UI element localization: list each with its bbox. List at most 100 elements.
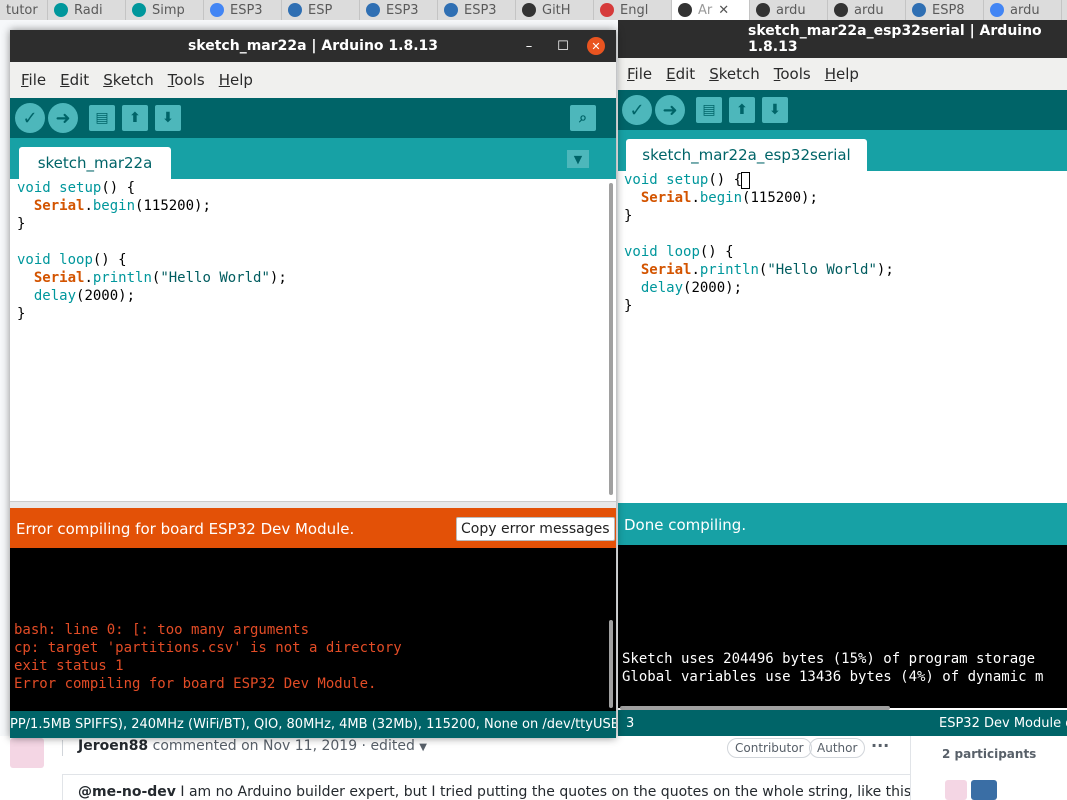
code-editor[interactable]: void setup() { Serial.begin(115200);} voi… (10, 179, 616, 501)
tab-sketch[interactable]: sketch_mar22a (19, 147, 171, 179)
upload-button[interactable]: ➜ (48, 103, 78, 133)
code-token: } (17, 306, 26, 322)
console-scrollbar[interactable] (609, 620, 613, 708)
menu-file[interactable]: File (620, 65, 659, 83)
browser-tab-label: ESP3 (230, 2, 263, 18)
more-options-icon[interactable]: ··· (871, 736, 889, 755)
menu-tools[interactable]: Tools (767, 65, 818, 83)
save-sketch-button[interactable]: ⬇ (155, 105, 181, 131)
browser-tab-label: Engl (620, 2, 649, 18)
code-token: loop (666, 244, 700, 260)
browser-tab[interactable]: ESP3 (204, 0, 282, 20)
code-editor[interactable]: void setup() { Serial.begin(115200);} voi… (618, 171, 1067, 503)
verify-button[interactable]: ✓ (15, 103, 45, 133)
status-message: Done compiling. (624, 516, 747, 534)
github-comment-area: Jeroen88 commented on Nov 11, 2019 · edi… (0, 736, 1067, 800)
browser-tab-label: ESP3 (386, 2, 419, 18)
console-line: cp: target 'partitions.csv' is not a dir… (14, 640, 402, 656)
favicon-icon (990, 3, 1004, 17)
console-output[interactable]: bash: line 0: [: too many arguments cp: t… (10, 548, 616, 711)
splitter[interactable] (10, 501, 616, 508)
new-sketch-button[interactable]: ▤ (696, 97, 722, 123)
participant-avatar[interactable] (971, 780, 997, 800)
avatar[interactable] (10, 738, 44, 768)
code-token: void (17, 180, 51, 196)
favicon-icon (834, 3, 848, 17)
code-token: (2000); (683, 280, 743, 296)
close-button[interactable]: ✕ (587, 37, 605, 55)
participant-avatar[interactable] (945, 780, 967, 800)
comment-author[interactable]: Jeroen88 (78, 738, 148, 754)
code-line: delay(2000); (624, 279, 1067, 297)
browser-tab[interactable]: ESP3 (360, 0, 438, 20)
board-config: PP/1.5MB SPIFFS), 240MHz (WiFi/BT), QIO,… (10, 717, 616, 732)
code-token: delay (33, 288, 77, 304)
browser-tab[interactable]: tutor (0, 0, 48, 20)
open-sketch-button[interactable]: ⬆ (122, 105, 148, 131)
status-bar: Done compiling. (618, 503, 1067, 545)
code-token: . (84, 198, 93, 214)
minimize-button[interactable]: – (520, 37, 538, 55)
code-token: . (691, 190, 700, 206)
favicon-icon (132, 3, 146, 17)
close-tab-icon[interactable]: ✕ (718, 3, 729, 18)
browser-tab[interactable]: ardu (828, 0, 906, 20)
browser-tab[interactable]: Radi (48, 0, 126, 20)
browser-tab-label: ESP (308, 2, 333, 18)
menu-help[interactable]: Help (212, 71, 260, 89)
favicon-icon (678, 3, 692, 17)
favicon-icon (522, 3, 536, 17)
code-line: void loop() { (624, 243, 1067, 261)
serial-monitor-icon[interactable]: ⌕ (570, 105, 596, 131)
browser-tab[interactable]: ESP8 (906, 0, 984, 20)
status-footer: PP/1.5MB SPIFFS), 240MHz (WiFi/BT), QIO,… (10, 711, 616, 738)
console-line: bash: line 0: [: too many arguments (14, 622, 310, 638)
browser-tab[interactable]: Ar ✕ (672, 0, 750, 20)
editor-scrollbar[interactable] (609, 183, 613, 495)
maximize-button[interactable]: ☐ (554, 37, 572, 55)
browser-tab[interactable]: GitH (516, 0, 594, 20)
code-line: } (17, 305, 616, 323)
code-token: void (17, 252, 51, 268)
browser-tab[interactable]: ardu (750, 0, 828, 20)
upload-button[interactable]: ➜ (655, 95, 685, 125)
comment-mention[interactable]: @me-no-dev (78, 784, 176, 800)
code-token: println (92, 270, 152, 286)
menu-tools[interactable]: Tools (161, 71, 212, 89)
browser-tab[interactable]: ESP (282, 0, 360, 20)
comment-arrow (62, 740, 72, 756)
chevron-down-icon[interactable]: ▼ (419, 742, 427, 753)
favicon-icon (366, 3, 380, 17)
code-token: Serial (33, 270, 85, 286)
tab-menu-chevron-down-icon[interactable]: ▼ (567, 150, 589, 168)
menu-sketch[interactable]: Sketch (702, 65, 767, 83)
status-footer: 3 ESP32 Dev Module o (618, 710, 1067, 736)
code-line: } (17, 215, 616, 233)
browser-tab[interactable]: ESP3 (438, 0, 516, 20)
menu-file[interactable]: File (14, 71, 53, 89)
menu-edit[interactable]: Edit (659, 65, 702, 83)
browser-tab[interactable]: Simp (126, 0, 204, 20)
toolbar: ✓ ➜ ▤ ⬆ ⬇ (618, 90, 1067, 130)
code-line: Serial.println("Hello World"); (624, 261, 1067, 279)
console-output[interactable]: Sketch uses 204496 bytes (15%) of progra… (618, 545, 1067, 708)
author-badge: Author (809, 738, 866, 758)
open-sketch-button[interactable]: ⬆ (729, 97, 755, 123)
browser-tab[interactable]: R (1062, 0, 1067, 20)
save-sketch-button[interactable]: ⬇ (762, 97, 788, 123)
copy-error-messages-button[interactable]: Copy error messages (456, 517, 615, 541)
menu-help[interactable]: Help (818, 65, 866, 83)
verify-button[interactable]: ✓ (622, 95, 652, 125)
comment-meta: commented on Nov 11, 2019 · edited (152, 738, 415, 754)
browser-tab[interactable]: Engl (594, 0, 672, 20)
code-line: void loop() { (17, 251, 616, 269)
tab-sketch[interactable]: sketch_mar22a_esp32serial (626, 139, 867, 171)
code-token: begin (699, 190, 743, 206)
browser-tab[interactable]: ardu (984, 0, 1062, 20)
menu-sketch[interactable]: Sketch (96, 71, 161, 89)
menu-edit[interactable]: Edit (53, 71, 96, 89)
new-sketch-button[interactable]: ▤ (89, 105, 115, 131)
desktop: tutor Radi Simp ESP3 ESP ESP3 ESP3 GitH Engl Ar ✕ a… (0, 0, 1067, 800)
